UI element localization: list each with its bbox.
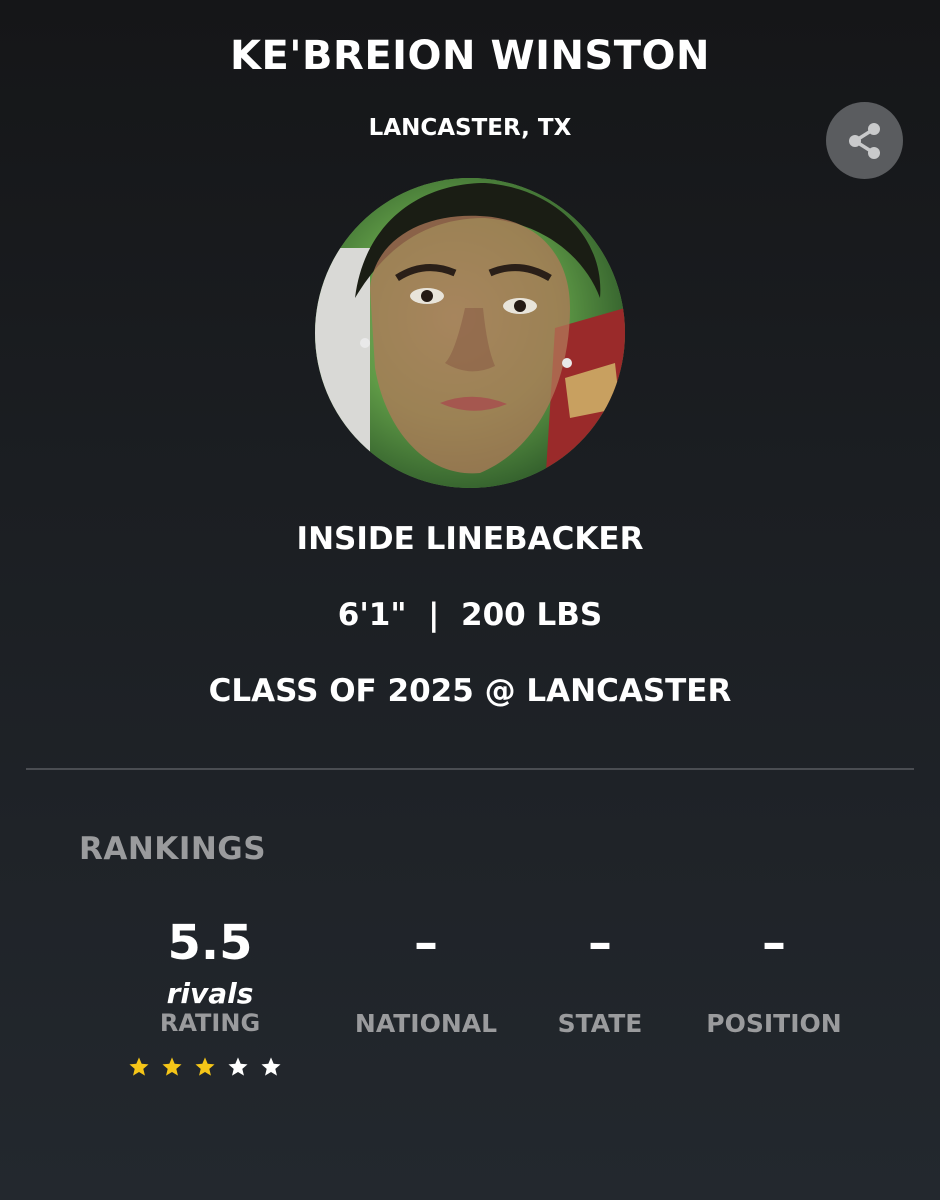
player-class: CLASS OF 2025 @ LANCASTER [208, 673, 732, 709]
state-rank: – STATE [530, 912, 670, 1040]
star-icon [162, 1057, 182, 1076]
star-rating [100, 1056, 310, 1078]
star-icon [195, 1057, 215, 1076]
star-icon [228, 1057, 248, 1076]
star-icon [261, 1057, 281, 1076]
position-rank-label: POSITION [706, 1009, 842, 1038]
national-rank-label: NATIONAL [354, 1009, 498, 1038]
player-profile-page: KE'BREION WINSTON LANCASTER, TX INSIDE L… [0, 0, 940, 1200]
national-rank-value: – [414, 915, 438, 971]
section-divider [26, 768, 914, 770]
share-icon [848, 122, 880, 159]
rivals-logo: rivals [166, 977, 254, 1010]
state-rank-value: – [588, 915, 612, 971]
player-name: KE'BREION WINSTON [229, 33, 711, 79]
share-button[interactable] [826, 102, 903, 179]
position-rank-value: – [762, 915, 786, 971]
position-rank: – POSITION [694, 912, 854, 1040]
rivals-rating: 5.5 rivals RATING [110, 912, 310, 1078]
player-measurables: 6'1" | 200 LBS [337, 597, 603, 633]
national-rank: – NATIONAL [346, 912, 506, 1040]
player-position: INSIDE LINEBACKER [296, 521, 644, 557]
rating-value: 5.5 [167, 915, 253, 971]
star-icon [129, 1057, 149, 1076]
rankings-heading: RANKINGS [79, 831, 267, 867]
player-hometown: LANCASTER, TX [368, 115, 572, 141]
player-avatar [315, 178, 625, 488]
rating-label: RATING [159, 1009, 261, 1037]
state-rank-label: STATE [557, 1009, 643, 1038]
